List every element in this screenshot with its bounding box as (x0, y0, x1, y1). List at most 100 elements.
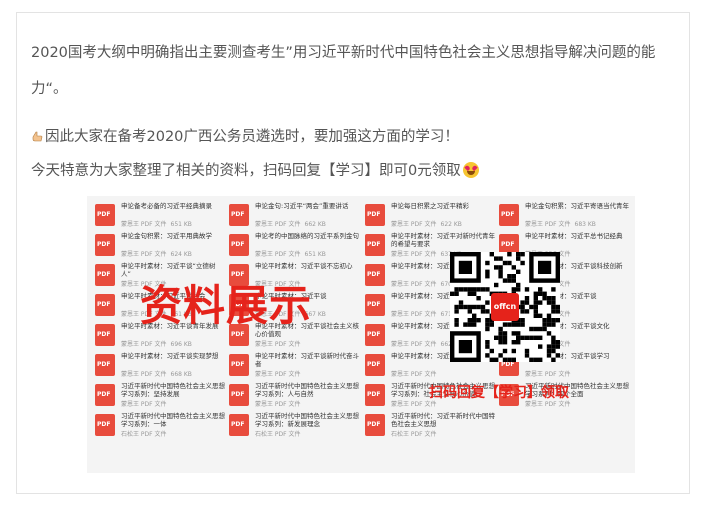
file-tile: 申论备考必备的习近平经典摘录蒙恩王 PDF 文件651 KB (95, 202, 227, 230)
file-size: 651 KB (304, 251, 326, 258)
pdf-file-icon (365, 414, 385, 436)
file-author-type: 蒙恩王 PDF 文件 (121, 221, 167, 228)
file-meta: 蒙恩王 PDF 文件 622 KB (391, 219, 462, 228)
file-tile: 习近平新时代：习近平新时代中国特色社会主义思想石松王 PDF 文件 (365, 412, 497, 440)
pdf-file-icon (365, 384, 385, 406)
heart-eyes-emoji-icon (462, 162, 479, 178)
article-card: 2020国考大纲中明确指出主要测查考生”用习近平新时代中国特色社会主义思想指导解… (16, 12, 690, 494)
file-meta: 蒙恩王 PDF 文件 (121, 399, 171, 408)
file-name: 习近平新时代中国特色社会主义思想学习系列：一体 (121, 412, 225, 428)
file-tile: 习近平新时代中国特色社会主义思想学习系列：坚持发展蒙恩王 PDF 文件 (95, 382, 227, 410)
pdf-file-icon (229, 354, 249, 376)
file-tile: 申论金句:习近平“两会”重要讲话蒙恩王 PDF 文件662 KB (229, 202, 361, 230)
file-name: 习近平新时代中国特色社会主义思想学习系列：坚持发展 (121, 382, 225, 398)
file-size: 622 KB (440, 221, 462, 228)
file-author-type: 蒙恩王 PDF 文件 (255, 401, 301, 408)
file-tile: 习近平新时代中国特色社会主义思想学习系列：人与自然蒙恩王 PDF 文件 (229, 382, 361, 410)
file-meta: 蒙恩王 PDF 文件 (391, 369, 441, 378)
file-author-type: 石松王 PDF 文件 (391, 431, 437, 438)
pdf-file-icon (95, 294, 115, 316)
file-author-type: 蒙恩王 PDF 文件 (391, 371, 437, 378)
file-name: 申论金句积累：习近平用典故学 (121, 232, 212, 240)
file-author-type: 蒙恩王 PDF 文件 (255, 341, 301, 348)
pdf-file-icon (365, 294, 385, 316)
pdf-file-icon (365, 264, 385, 286)
file-size: 696 KB (170, 341, 192, 348)
pdf-file-icon (365, 204, 385, 226)
file-author-type: 蒙恩王 PDF 文件 (525, 221, 571, 228)
file-meta: 蒙恩王 PDF 文件 651 KB (121, 219, 192, 228)
materials-collage-image: 习近平新时代：习近平新时代中国特色社会主义思想石松王 PDF 文件习近平新时代中… (87, 196, 635, 473)
file-meta: 蒙恩王 PDF 文件662 KB (255, 219, 326, 228)
file-meta: 蒙恩王 PDF 文件 683 KB (525, 219, 596, 228)
file-meta: 石松王 PDF 文件 (121, 429, 171, 438)
pdf-file-icon (95, 234, 115, 256)
file-author-type: 蒙恩王 PDF 文件 (121, 251, 167, 258)
file-meta: 蒙恩王 PDF 文件 624 KB (121, 249, 192, 258)
pdf-file-icon (229, 234, 249, 256)
file-meta: 蒙恩王 PDF 文件 696 KB (121, 339, 192, 348)
file-author-type: 蒙恩王 PDF 文件 (391, 221, 437, 228)
file-meta: 蒙恩王 PDF 文件 (255, 369, 305, 378)
qr-logo: offcn (491, 293, 519, 321)
paragraph-offer: 今天特意为大家整理了相关的资料，扫码回复【学习】即可0元领取 (31, 159, 479, 180)
pdf-file-icon (95, 414, 115, 436)
file-author-type: 蒙恩王 PDF 文件 (255, 251, 301, 258)
file-author-type: 蒙恩王 PDF 文件 (121, 341, 167, 348)
file-tile: 申论金句积累：习近平用典故学蒙恩王 PDF 文件624 KB (95, 232, 227, 260)
pdf-file-icon (95, 324, 115, 346)
file-size: 624 KB (170, 251, 192, 258)
pdf-file-icon (95, 204, 115, 226)
pdf-file-icon (95, 384, 115, 406)
pdf-file-icon (499, 204, 519, 226)
pdf-file-icon (229, 414, 249, 436)
pdf-file-icon (229, 384, 249, 406)
file-author-type: 蒙恩王 PDF 文件 (391, 341, 437, 348)
file-tile: 申论考的中国脉络的习近平系列金句蒙恩王 PDF 文件651 KB (229, 232, 361, 260)
file-meta: 石松王 PDF 文件 (255, 429, 305, 438)
file-tile: 申论平时素材：习近平谈新时代奋斗者蒙恩王 PDF 文件 (229, 352, 361, 380)
file-tile: 申论金句积累：习近平寄语当代青年蒙恩王 PDF 文件683 KB (499, 202, 631, 230)
file-name: 申论平时素材：习近平总书记经典 (525, 232, 623, 240)
file-author-type: 蒙恩王 PDF 文件 (525, 401, 571, 408)
qr-code[interactable]: offcn (450, 252, 560, 362)
file-name: 申论平时素材：习近平谈新时代奋斗者 (255, 352, 359, 368)
file-name: 申论每日积累之习近平精彩 (391, 202, 469, 210)
file-author-type: 蒙恩王 PDF 文件 (391, 401, 437, 408)
file-author-type: 蒙恩王 PDF 文件 (121, 371, 167, 378)
file-tile: 申论平时素材：习近平谈实现梦想蒙恩王 PDF 文件668 KB (95, 352, 227, 380)
collage-overlay-title: 资料展示 (140, 281, 313, 330)
paragraph-prepare-text: 因此大家在备考2020广西公务员遴选时，要加强这方面的学习！ (45, 129, 459, 145)
file-name: 申论考的中国脉络的习近平系列金句 (255, 232, 359, 240)
paragraph-intro-cont: 力“。 (31, 81, 68, 97)
file-name: 申论平时素材：习近平对新时代青年的希望与要求 (391, 232, 495, 248)
file-meta: 蒙恩王 PDF 文件 (525, 369, 575, 378)
paragraph-intro: 2020国考大纲中明确指出主要测查考生”用习近平新时代中国特色社会主义思想指导解… (31, 45, 656, 61)
file-size: 651 KB (170, 221, 192, 228)
file-meta: 蒙恩王 PDF 文件 (255, 399, 305, 408)
file-meta: 蒙恩王 PDF 文件 651 KB (255, 249, 326, 258)
paragraph-prepare: 因此大家在备考2020广西公务员遴选时，要加强这方面的学习！ (31, 125, 459, 146)
file-tile: 习近平新时代中国特色社会主义思想学习系列：新发展理念石松王 PDF 文件 (229, 412, 361, 440)
file-size: 668 KB (170, 371, 192, 378)
file-name: 申论金句积累：习近平寄语当代青年 (525, 202, 629, 210)
file-tile: 申论每日积累之习近平精彩蒙恩王 PDF 文件622 KB (365, 202, 497, 230)
paragraph-offer-text: 今天特意为大家整理了相关的资料，扫码回复【学习】即可0元领取 (31, 163, 461, 179)
file-author-type: 蒙恩王 PDF 文件 (391, 311, 437, 318)
file-author-type: 蒙恩王 PDF 文件 (391, 281, 437, 288)
pdf-file-icon (365, 324, 385, 346)
file-author-type: 蒙恩王 PDF 文件 (121, 401, 167, 408)
file-author-type: 石松王 PDF 文件 (121, 431, 167, 438)
file-name: 申论平时素材：习近平谈实现梦想 (121, 352, 219, 360)
file-meta: 蒙恩王 PDF 文件 (255, 339, 305, 348)
file-size: 683 KB (574, 221, 596, 228)
pointing-hand-icon (32, 131, 43, 142)
file-size: 662 KB (304, 221, 326, 228)
file-meta: 石松王 PDF 文件 (391, 429, 441, 438)
file-author-type: 蒙恩王 PDF 文件 (255, 371, 301, 378)
file-meta: 蒙恩王 PDF 文件 668 KB (121, 369, 192, 378)
file-name: 习近平新时代中国特色社会主义思想学习系列：人与自然 (255, 382, 359, 398)
file-name: 申论备考必备的习近平经典摘录 (121, 202, 212, 210)
pdf-file-icon (229, 204, 249, 226)
file-name: 习近平新时代：习近平新时代中国特色社会主义思想 (391, 412, 495, 428)
